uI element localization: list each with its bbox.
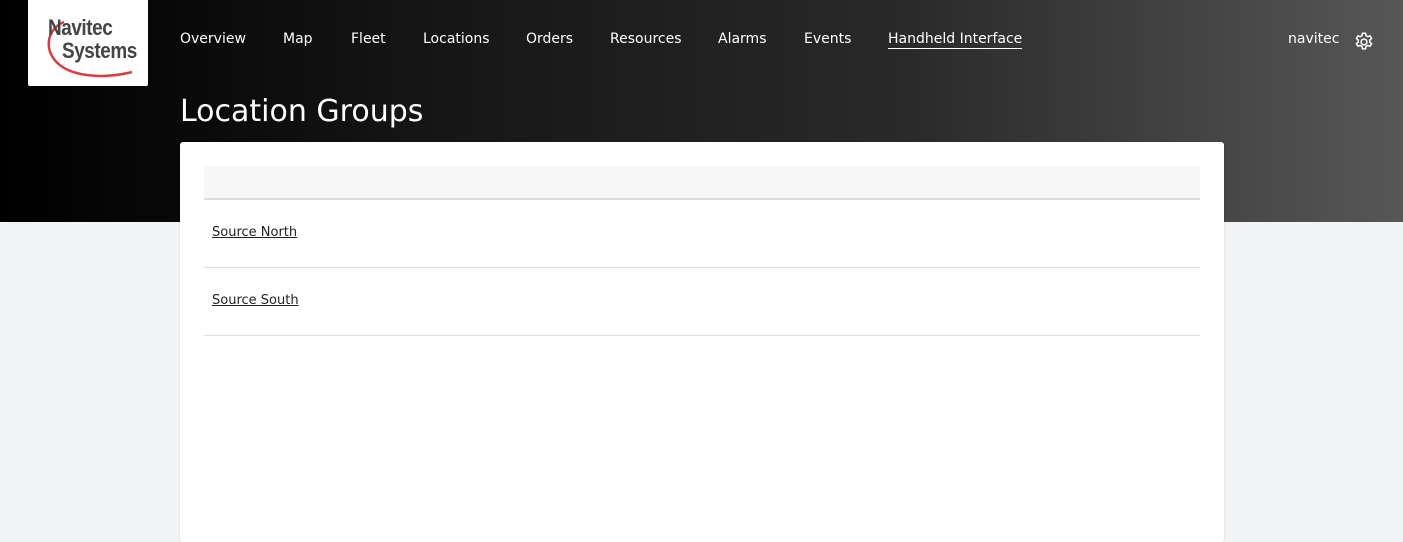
navitec-logo[interactable]: Navitec Systems: [28, 0, 148, 86]
table-row: Source North: [204, 200, 1200, 268]
table-row: Source South: [204, 268, 1200, 336]
nav-item-map[interactable]: Map: [283, 31, 313, 47]
table-header: [204, 166, 1200, 200]
location-groups-card: Source North Source South: [180, 142, 1224, 542]
nav-item-events[interactable]: Events: [804, 31, 851, 47]
user-name[interactable]: navitec: [1288, 31, 1339, 47]
nav-item-resources[interactable]: Resources: [610, 31, 682, 47]
nav-item-overview[interactable]: Overview: [180, 31, 246, 47]
gear-icon[interactable]: [1353, 31, 1375, 53]
location-group-link-source-north[interactable]: Source North: [212, 225, 297, 240]
nav-item-locations[interactable]: Locations: [423, 31, 490, 47]
nav-item-fleet[interactable]: Fleet: [351, 31, 386, 47]
nav-item-orders[interactable]: Orders: [526, 31, 573, 47]
page-title: Location Groups: [180, 94, 424, 129]
nav-item-handheld-interface[interactable]: Handheld Interface: [888, 31, 1023, 49]
nav-item-alarms[interactable]: Alarms: [718, 31, 767, 47]
logo-text-line2: Systems: [62, 38, 137, 63]
location-group-link-source-south[interactable]: Source South: [212, 293, 299, 308]
logo-text-line1: Navitec: [48, 15, 113, 40]
